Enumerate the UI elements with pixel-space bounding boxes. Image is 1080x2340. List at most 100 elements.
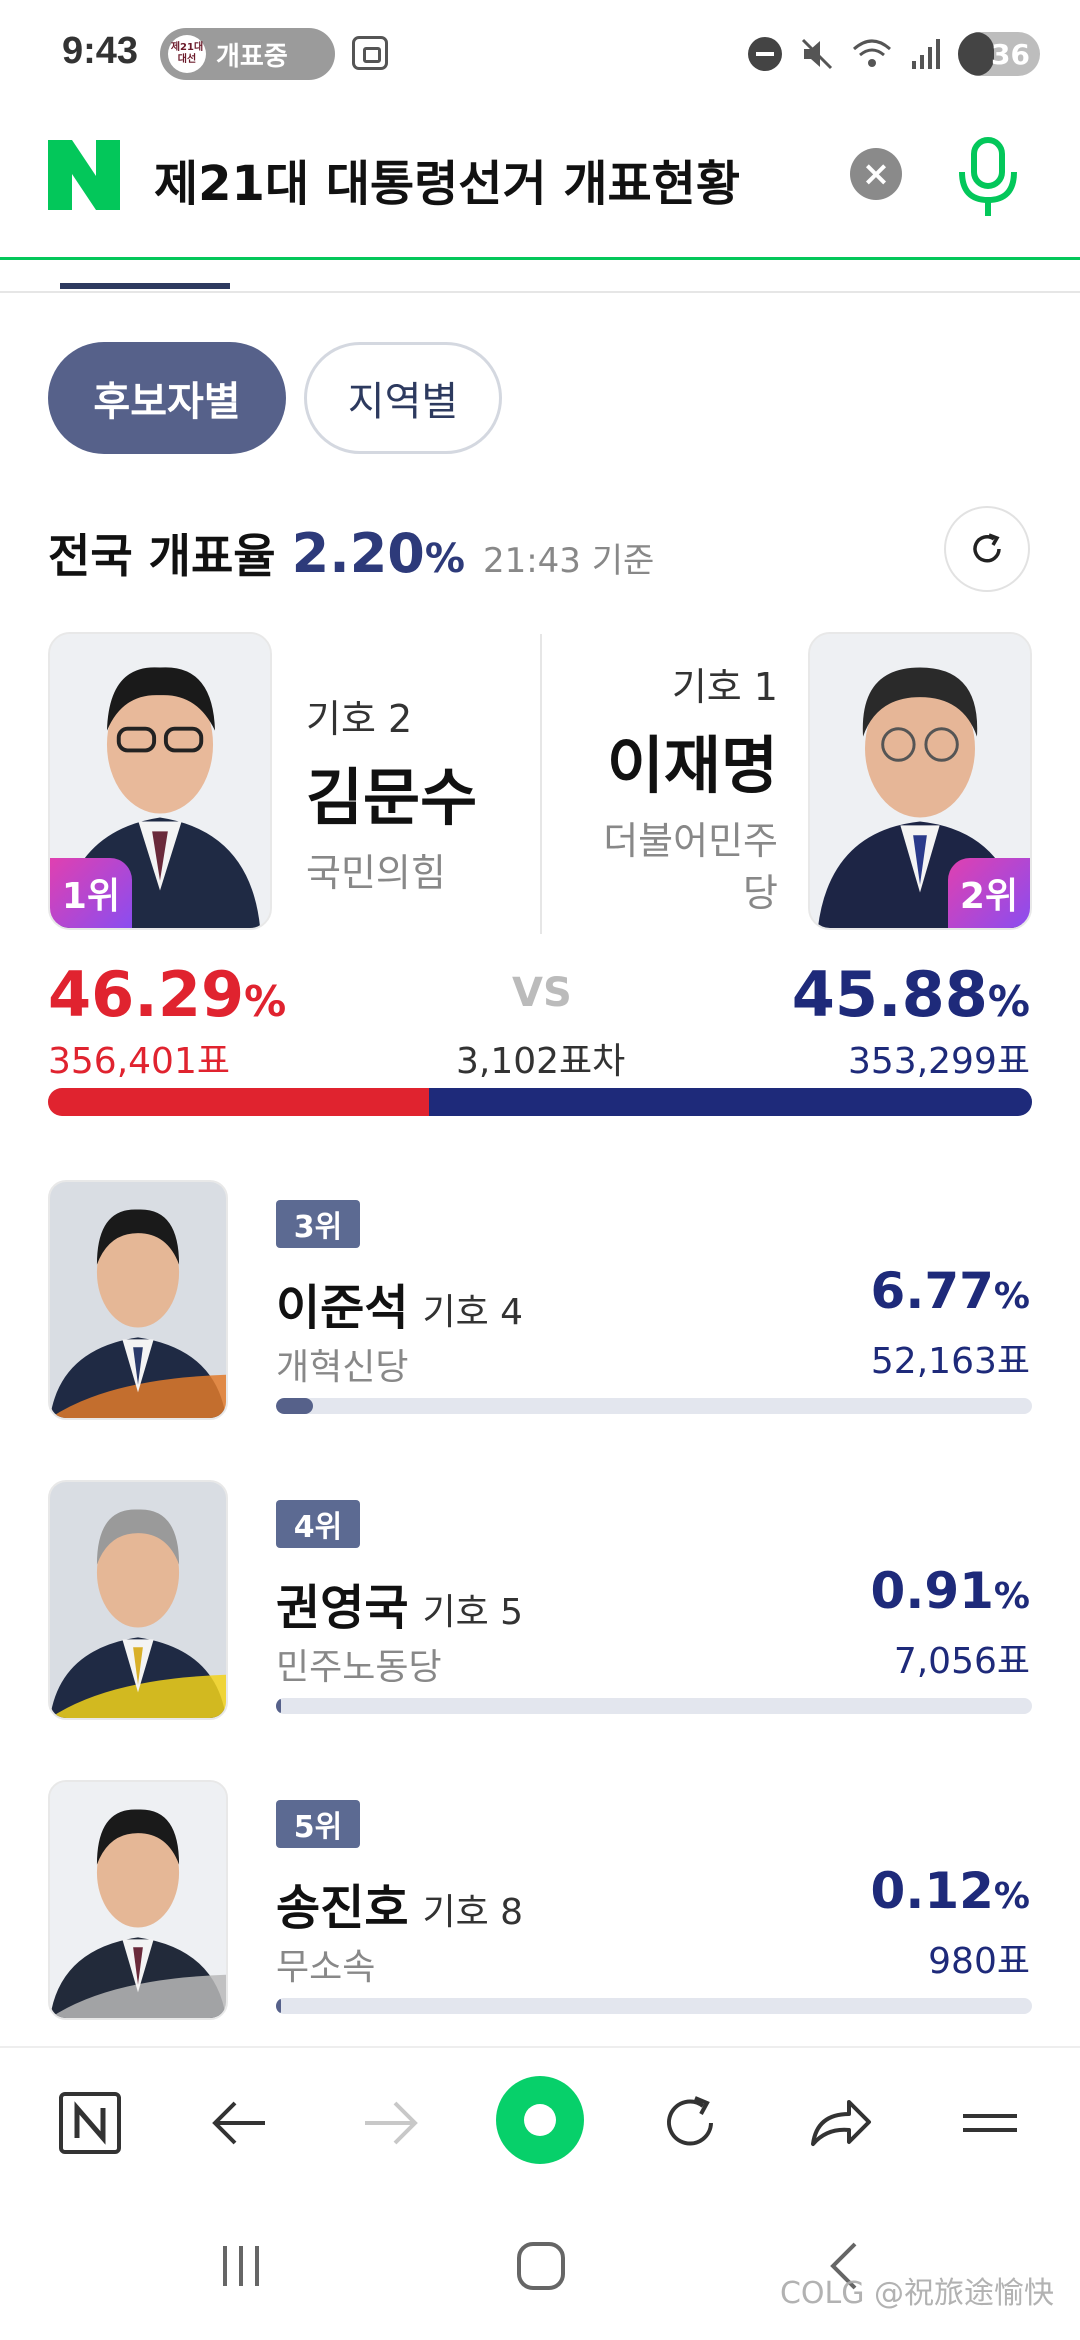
mute-icon	[801, 38, 833, 70]
recent-apps-button[interactable]	[196, 2226, 286, 2306]
vote-difference: 3,102표차	[456, 1041, 626, 1082]
filter-by-candidate-button[interactable]: 후보자별	[48, 342, 286, 454]
share-button[interactable]	[795, 2078, 885, 2168]
wifi-icon	[853, 39, 891, 67]
naver-home-icon	[59, 2092, 121, 2154]
menu-icon	[963, 2114, 1017, 2132]
candidate-name[interactable]: 송진호	[276, 1868, 408, 1938]
naver-logo-icon[interactable]	[48, 140, 120, 210]
left-share-fill	[48, 1088, 429, 1116]
live-status-label: 개표중	[216, 41, 288, 72]
rank-badge: 1위	[50, 858, 132, 928]
green-dot-icon	[496, 2076, 584, 2164]
microphone-icon[interactable]	[956, 136, 1020, 220]
candidate-name[interactable]: 권영국	[276, 1568, 408, 1638]
count-rate-value: 2.20%	[291, 522, 465, 585]
count-rate-label: 전국 개표율	[48, 529, 276, 583]
candidate-photo[interactable]	[48, 1180, 228, 1420]
vote-share-track	[276, 1698, 1032, 1714]
candidate-name-row: 권영국 기호 5	[276, 1568, 523, 1638]
vote-share-fill	[276, 1398, 313, 1414]
right-share-fill	[428, 1088, 1032, 1116]
candidate-divider	[540, 634, 542, 934]
candidate-party: 민주노동당	[276, 1647, 442, 1688]
candidate-photo-left[interactable]: 1위	[48, 632, 272, 930]
candidate-list-item[interactable]: 4위 권영국 기호 5 민주노동당 0.91% 7,056표	[0, 1480, 1080, 1750]
candidate-info-right: 기호 1 이재명 더불어민주당	[570, 656, 778, 919]
naver-home-button[interactable]	[45, 2078, 135, 2168]
candidate-right-percent: 45.88%	[791, 958, 1030, 1031]
forward-arrow-icon	[365, 2101, 418, 2145]
election-logo-icon: 제21대 대선	[168, 35, 206, 73]
head-to-head-bar	[48, 1088, 1032, 1116]
candidate-right-votes: 353,299표	[848, 1041, 1030, 1082]
status-bar: 9:43 제21대 대선 개표중 36	[0, 0, 1080, 110]
candidate-left-votes: 356,401표	[48, 1041, 230, 1082]
candidate-name-row: 송진호 기호 8	[276, 1868, 523, 1938]
candidate-percent: 6.77%	[870, 1262, 1030, 1320]
screenshot-icon	[352, 36, 388, 70]
vote-share-track	[276, 1398, 1032, 1414]
candidate-party: 더불어민주당	[603, 819, 778, 915]
vote-share-track	[276, 1998, 1032, 2014]
home-icon	[517, 2242, 565, 2290]
tab-strip	[0, 263, 1080, 293]
candidate-party: 국민의힘	[306, 851, 446, 895]
rank-badge: 4위	[276, 1500, 360, 1548]
vs-label: VS	[512, 970, 572, 1016]
signal-icon	[912, 39, 940, 69]
home-button[interactable]	[496, 2226, 586, 2306]
national-count-rate: 전국 개표율 2.20% 21:43 기준	[48, 520, 655, 585]
watermark-text: COLG @祝旅途愉快	[779, 2276, 1054, 2311]
status-time: 9:43	[62, 30, 139, 72]
candidate-name[interactable]: 이재명	[570, 715, 778, 805]
candidate-number: 기호 1	[671, 665, 778, 709]
filter-by-region-button[interactable]: 지역별	[304, 342, 502, 454]
candidate-party: 개혁신당	[276, 1347, 409, 1388]
candidate-name[interactable]: 이준석	[276, 1268, 408, 1338]
candidate-left-percent: 46.29%	[48, 958, 287, 1031]
candidate-votes: 980표	[928, 1941, 1030, 1982]
candidate-photo[interactable]	[48, 1780, 228, 2020]
candidate-photo-right[interactable]: 2위	[808, 632, 1032, 930]
search-query-text[interactable]: 제21대 대통령선거 개표현황	[154, 144, 740, 214]
refresh-icon	[973, 533, 1001, 563]
reload-icon	[667, 2096, 713, 2146]
do-not-disturb-icon	[748, 37, 782, 71]
candidate-list-item[interactable]: 5위송진호 기호 8 무소속 0.12% 980표	[0, 1780, 1080, 2050]
candidate-percent: 0.12%	[870, 1862, 1030, 1920]
vote-share-fill	[276, 1698, 282, 1714]
candidate-number: 기호 4	[422, 1292, 524, 1333]
candidate-name-row: 이준석 기호 4	[276, 1268, 523, 1338]
candidate-info-left: 기호 2 김문수 국민의힘	[306, 688, 477, 899]
battery-indicator: 36	[958, 32, 1040, 76]
search-bar: 제21대 대통령선거 개표현황 ×	[0, 110, 1080, 260]
refresh-button[interactable]	[944, 506, 1030, 592]
back-button[interactable]	[195, 2078, 285, 2168]
candidate-photo[interactable]	[48, 1480, 228, 1720]
count-rate-time: 21:43 기준	[482, 541, 655, 581]
status-icons: 36	[748, 28, 1040, 80]
candidate-party: 무소속	[276, 1947, 376, 1988]
candidate-number: 기호 8	[422, 1892, 524, 1933]
menu-button[interactable]	[945, 2078, 1035, 2168]
reload-button[interactable]	[645, 2078, 735, 2168]
candidate-number: 기호 2	[306, 697, 413, 741]
clear-search-button[interactable]: ×	[850, 148, 902, 200]
election-live-pill[interactable]: 제21대 대선 개표중	[160, 28, 335, 80]
forward-button[interactable]	[345, 2078, 435, 2168]
browser-toolbar	[0, 2046, 1080, 2196]
candidate-name[interactable]: 김문수	[306, 747, 477, 837]
green-dot-button[interactable]	[490, 2070, 590, 2170]
rank-badge: 5위	[276, 1800, 360, 1848]
recent-apps-icon	[223, 2246, 259, 2286]
rank-badge: 3위	[276, 1200, 360, 1248]
rank-badge: 2위	[948, 858, 1030, 928]
candidate-number: 기호 5	[422, 1592, 524, 1633]
candidate-percent: 0.91%	[870, 1562, 1030, 1620]
active-tab-indicator	[60, 283, 230, 289]
back-arrow-icon	[212, 2101, 265, 2145]
candidate-list-item[interactable]: 3위이준석 기호 4 개혁신당 6.77% 52,163표	[0, 1180, 1080, 1450]
share-icon	[811, 2100, 871, 2146]
candidate-votes: 52,163표	[870, 1341, 1030, 1382]
